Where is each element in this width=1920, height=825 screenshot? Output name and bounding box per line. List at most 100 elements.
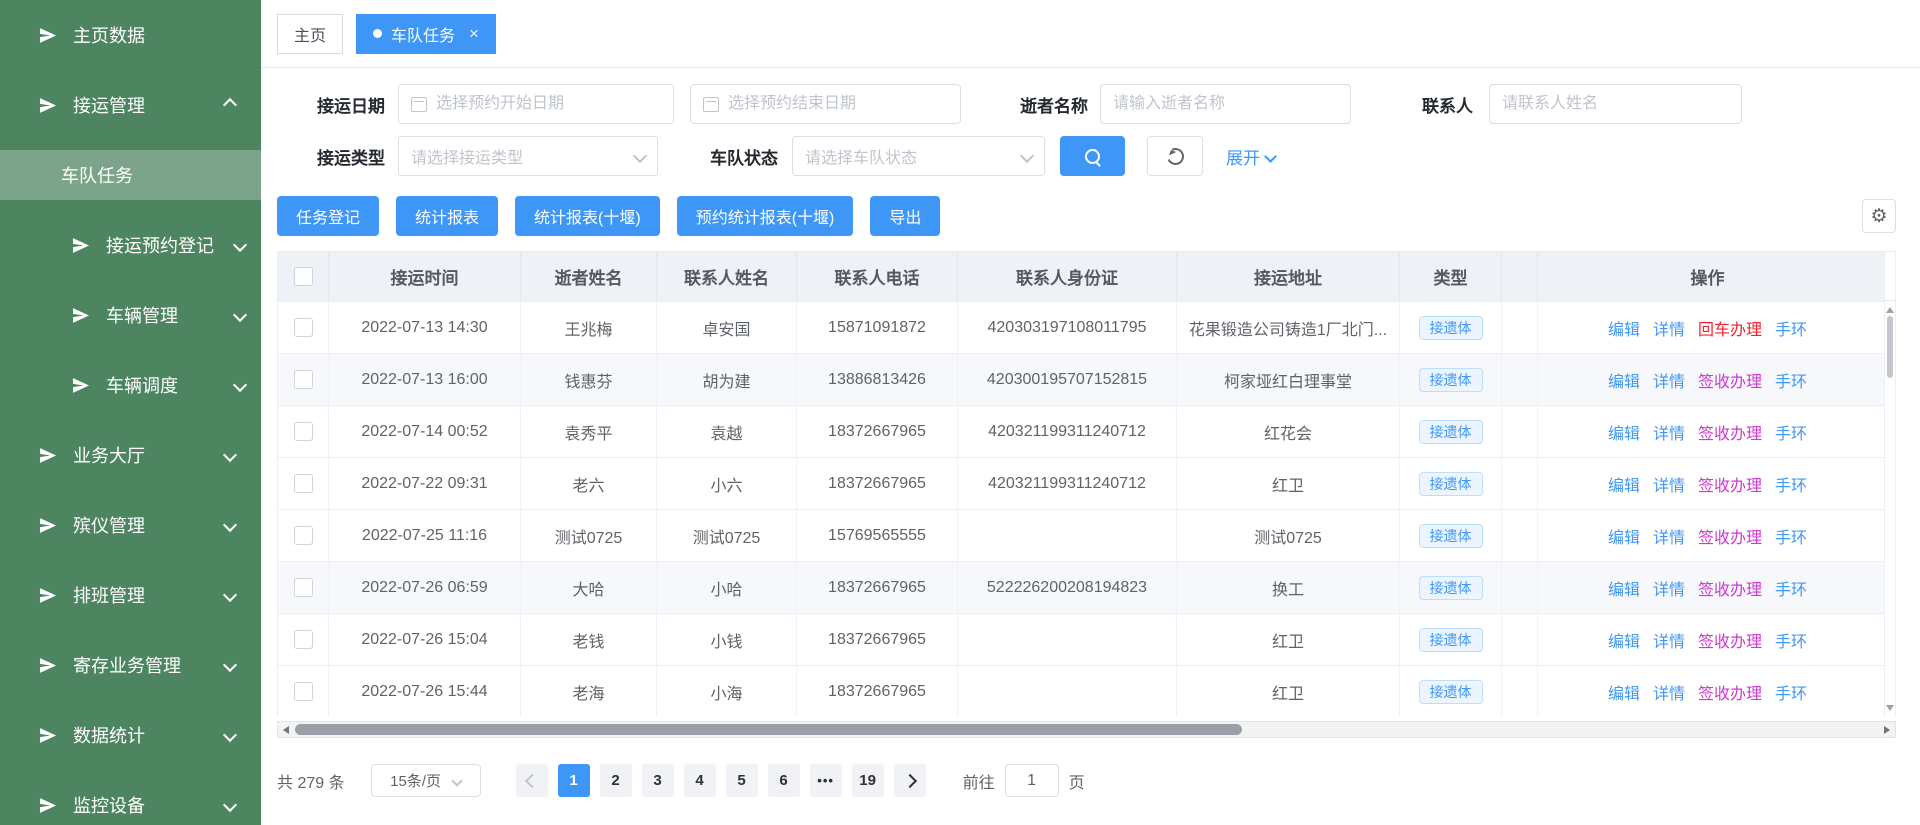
row-checkbox[interactable] bbox=[294, 682, 313, 701]
toolbar-button-5[interactable]: 导出 bbox=[870, 196, 940, 236]
toolbar-button-1[interactable]: 任务登记 bbox=[277, 196, 379, 236]
scroll-up-arrow-icon[interactable] bbox=[1886, 307, 1894, 313]
page-button-6[interactable]: 6 bbox=[768, 764, 800, 797]
sidebar-item-8[interactable]: 殡仪管理 bbox=[0, 490, 261, 560]
page-button-4[interactable]: 4 bbox=[684, 764, 716, 797]
prev-page-button[interactable] bbox=[516, 764, 548, 797]
action-link-purple[interactable]: 签收办理 bbox=[1698, 576, 1762, 600]
cell-pickup-time: 2022-07-13 16:00 bbox=[329, 354, 521, 405]
action-link-blue[interactable]: 手环 bbox=[1775, 576, 1807, 600]
action-link-purple[interactable]: 签收办理 bbox=[1698, 628, 1762, 652]
page-button-2[interactable]: 2 bbox=[600, 764, 632, 797]
action-link-blue[interactable]: 编辑 bbox=[1608, 524, 1640, 548]
gear-icon: ⚙ bbox=[1870, 207, 1887, 226]
search-button[interactable] bbox=[1060, 136, 1125, 176]
sidebar-item-2[interactable]: 接运管理 bbox=[0, 70, 261, 140]
action-link-blue[interactable]: 手环 bbox=[1775, 420, 1807, 444]
action-link-blue[interactable]: 手环 bbox=[1775, 524, 1807, 548]
sidebar-item-4[interactable]: 接运预约登记 bbox=[0, 210, 261, 280]
action-link-blue[interactable]: 手环 bbox=[1775, 680, 1807, 704]
action-link-blue[interactable]: 编辑 bbox=[1608, 420, 1640, 444]
action-link-blue[interactable]: 编辑 bbox=[1608, 472, 1640, 496]
next-page-button[interactable] bbox=[894, 764, 926, 797]
action-link-purple[interactable]: 签收办理 bbox=[1698, 680, 1762, 704]
action-link-blue[interactable]: 手环 bbox=[1775, 368, 1807, 392]
action-link-blue[interactable]: 详情 bbox=[1653, 576, 1685, 600]
toolbar-button-3[interactable]: 统计报表(十堰) bbox=[515, 196, 660, 236]
tab-1[interactable]: 主页 bbox=[277, 14, 343, 54]
sidebar-item-label: 接运管理 bbox=[73, 92, 225, 118]
sidebar-item-12[interactable]: 监控设备 bbox=[0, 770, 261, 825]
action-link-purple[interactable]: 签收办理 bbox=[1698, 420, 1762, 444]
date-end-input[interactable] bbox=[690, 84, 961, 124]
sidebar-item-5[interactable]: 车辆管理 bbox=[0, 280, 261, 350]
column-settings-button[interactable]: ⚙ bbox=[1862, 199, 1896, 233]
page-button-1[interactable]: 1 bbox=[558, 764, 590, 797]
scroll-down-arrow-icon[interactable] bbox=[1886, 705, 1894, 711]
action-link-blue[interactable]: 详情 bbox=[1653, 680, 1685, 704]
horizontal-scrollbar-thumb[interactable] bbox=[295, 724, 1242, 735]
action-link-blue[interactable]: 详情 bbox=[1653, 420, 1685, 444]
sidebar-item-1[interactable]: 主页数据 bbox=[0, 0, 261, 70]
contact-input[interactable] bbox=[1489, 84, 1742, 124]
goto-page-input[interactable] bbox=[1005, 764, 1059, 797]
action-link-red[interactable]: 回车办理 bbox=[1698, 316, 1762, 340]
sidebar-item-10[interactable]: 寄存业务管理 bbox=[0, 630, 261, 700]
refresh-button[interactable] bbox=[1147, 136, 1203, 176]
select-all-checkbox[interactable] bbox=[294, 267, 313, 286]
action-link-blue[interactable]: 手环 bbox=[1775, 316, 1807, 340]
row-checkbox[interactable] bbox=[294, 422, 313, 441]
toolbar-button-2[interactable]: 统计报表 bbox=[396, 196, 498, 236]
pickup-type-select[interactable]: 请选择接运类型 bbox=[398, 136, 658, 176]
sidebar-item-6[interactable]: 车辆调度 bbox=[0, 350, 261, 420]
action-link-blue[interactable]: 手环 bbox=[1775, 628, 1807, 652]
row-checkbox[interactable] bbox=[294, 578, 313, 597]
expand-link[interactable]: 展开 bbox=[1226, 144, 1275, 169]
scroll-left-arrow-icon[interactable] bbox=[283, 726, 289, 734]
scroll-right-arrow-icon[interactable] bbox=[1884, 726, 1890, 734]
close-icon[interactable]: × bbox=[469, 25, 479, 42]
sidebar-item-11[interactable]: 数据统计 bbox=[0, 700, 261, 770]
action-link-blue[interactable]: 手环 bbox=[1775, 472, 1807, 496]
page-button-3[interactable]: 3 bbox=[642, 764, 674, 797]
row-checkbox[interactable] bbox=[294, 370, 313, 389]
sidebar-item-9[interactable]: 排班管理 bbox=[0, 560, 261, 630]
action-link-blue[interactable]: 编辑 bbox=[1608, 628, 1640, 652]
action-link-blue[interactable]: 编辑 bbox=[1608, 576, 1640, 600]
action-link-blue[interactable]: 编辑 bbox=[1608, 680, 1640, 704]
horizontal-scrollbar[interactable] bbox=[277, 721, 1896, 738]
sidebar-item-label: 数据统计 bbox=[73, 722, 225, 748]
action-link-blue[interactable]: 详情 bbox=[1653, 316, 1685, 340]
sidebar-item-3[interactable]: 车队任务 bbox=[0, 150, 261, 200]
row-checkbox[interactable] bbox=[294, 318, 313, 337]
action-link-blue[interactable]: 详情 bbox=[1653, 368, 1685, 392]
action-link-blue[interactable]: 编辑 bbox=[1608, 316, 1640, 340]
action-link-blue[interactable]: 详情 bbox=[1653, 472, 1685, 496]
page-button-5[interactable]: 5 bbox=[726, 764, 758, 797]
action-link-blue[interactable]: 详情 bbox=[1653, 524, 1685, 548]
page-size-select[interactable]: 15条/页 bbox=[371, 764, 481, 797]
toolbar-button-4[interactable]: 预约统计报表(十堰) bbox=[677, 196, 854, 236]
date-start-input[interactable] bbox=[398, 84, 674, 124]
action-link-purple[interactable]: 签收办理 bbox=[1698, 524, 1762, 548]
chevron-down-icon bbox=[223, 518, 237, 532]
sidebar-item-7[interactable]: 业务大厅 bbox=[0, 420, 261, 490]
table-row: 2022-07-14 00:52袁秀平袁越1837266796542032119… bbox=[278, 405, 1895, 457]
vertical-scrollbar[interactable] bbox=[1884, 252, 1895, 717]
row-checkbox[interactable] bbox=[294, 526, 313, 545]
fleet-status-select[interactable]: 请选择车队状态 bbox=[792, 136, 1045, 176]
action-link-blue[interactable]: 详情 bbox=[1653, 628, 1685, 652]
action-link-purple[interactable]: 签收办理 bbox=[1698, 472, 1762, 496]
page-button-19[interactable]: 19 bbox=[852, 764, 884, 797]
type-badge: 接遗体 bbox=[1419, 316, 1483, 340]
tab-2[interactable]: 车队任务× bbox=[356, 14, 496, 54]
deceased-name-input[interactable] bbox=[1100, 84, 1351, 124]
tab-bar: 主页车队任务× bbox=[261, 0, 1920, 68]
row-checkbox[interactable] bbox=[294, 474, 313, 493]
action-link-purple[interactable]: 签收办理 bbox=[1698, 368, 1762, 392]
action-link-blue[interactable]: 编辑 bbox=[1608, 368, 1640, 392]
row-checkbox[interactable] bbox=[294, 630, 313, 649]
more-pages-button[interactable]: ••• bbox=[810, 764, 842, 797]
cell-contact-phone: 18372667965 bbox=[797, 562, 958, 613]
vertical-scrollbar-thumb[interactable] bbox=[1887, 316, 1893, 378]
